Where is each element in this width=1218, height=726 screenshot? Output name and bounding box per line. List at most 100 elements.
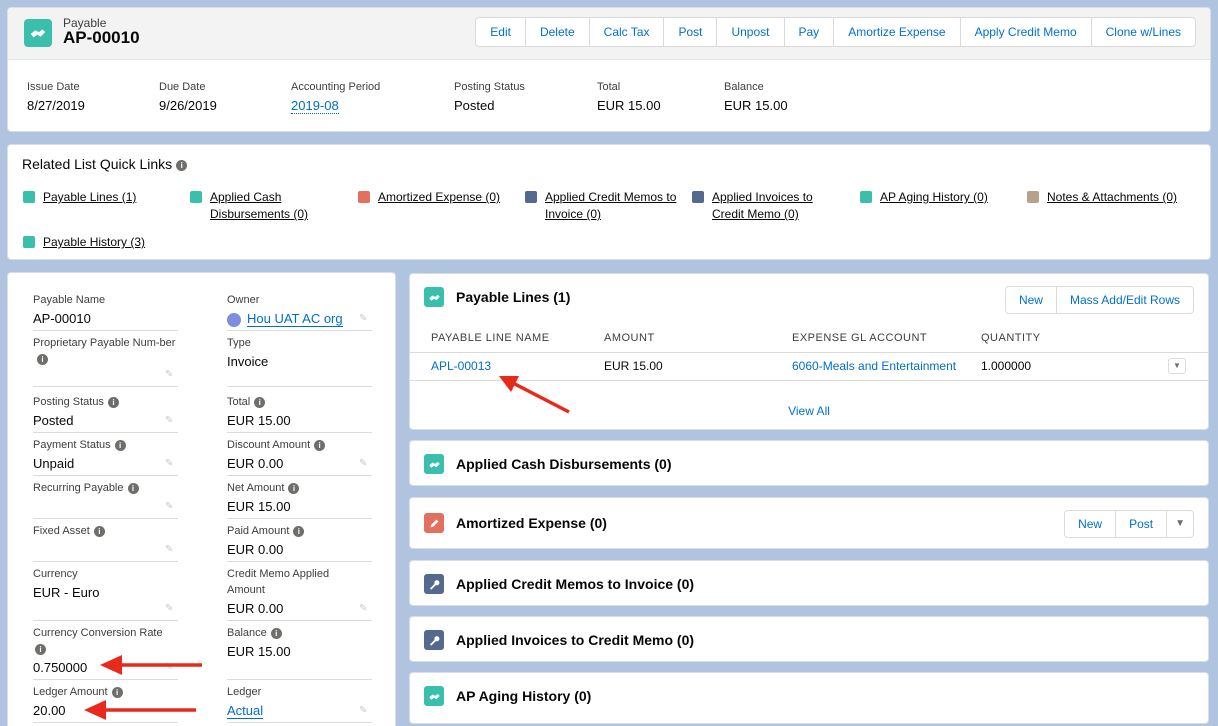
related-header: Applied Cash Disbursements (0) (424, 454, 672, 474)
quick-link-payable-lines[interactable]: Payable Lines (1) (23, 189, 136, 206)
table-header: PAYABLE LINE NAME AMOUNT EXPENSE GL ACCO… (410, 324, 1208, 353)
field-label-text: Balance (227, 627, 267, 639)
amortize-expense-button[interactable]: Amortize Expense (833, 18, 959, 46)
edit-button[interactable]: Edit (476, 18, 525, 46)
post-button[interactable]: Post (1115, 511, 1166, 537)
pencil-icon (424, 513, 444, 533)
highlight-due-date: Due Date 9/26/2019 (159, 81, 217, 113)
highlight-label: Balance (724, 81, 764, 93)
highlight-value: 8/27/2019 (27, 98, 85, 113)
unpost-button[interactable]: Unpost (716, 18, 783, 46)
field-value: AP-00010 (33, 311, 91, 326)
field-label-text: Ledger Amount (33, 686, 108, 698)
field-label: Fixed Asset i (33, 523, 178, 539)
highlight-value: EUR 15.00 (724, 98, 788, 113)
quick-link-applied-invoices[interactable]: Applied Invoices to Credit Memo (0) (692, 189, 832, 223)
field-fixed-asset: Fixed Asset i ✎ (33, 523, 178, 562)
accounting-period-link[interactable]: 2019-08 (291, 98, 339, 114)
new-button[interactable]: New (1006, 287, 1056, 313)
annotation-arrow (100, 655, 202, 675)
record-title: AP-00010 (63, 28, 140, 47)
quick-link-payable-history[interactable]: Payable History (3) (23, 234, 145, 251)
post-button[interactable]: Post (663, 18, 716, 46)
payable-icon (424, 686, 444, 706)
gl-account-link[interactable]: 6060-Meals and Entertainment (792, 359, 956, 373)
quick-link-label: Amortized Expense (0) (378, 190, 501, 204)
edit-pencil-icon[interactable]: ✎ (165, 603, 176, 614)
highlight-balance: Balance EUR 15.00 (724, 81, 788, 113)
info-icon: i (314, 439, 326, 451)
owner-value: Hou UAT AC org (227, 311, 372, 327)
apply-credit-memo-button[interactable]: Apply Credit Memo (959, 18, 1091, 46)
field-label-text: Currency Conversion Rate (33, 627, 163, 639)
field-label: Owner (227, 294, 260, 306)
field-label: Recurring Payable i (33, 480, 178, 496)
column-header: PAYABLE LINE NAME (410, 324, 583, 353)
edit-pencil-icon[interactable]: ✎ (359, 603, 370, 614)
ledger-link[interactable]: Actual (227, 703, 264, 719)
mass-add-edit-button[interactable]: Mass Add/Edit Rows (1055, 287, 1193, 313)
delete-button[interactable]: Delete (524, 18, 589, 46)
edit-pencil-icon[interactable]: ✎ (165, 544, 176, 555)
highlight-label: Posting Status (454, 81, 525, 93)
quick-link-label: AP Aging History (0) (880, 190, 988, 204)
related-title[interactable]: Applied Credit Memos to Invoice (0) (456, 576, 694, 592)
column-header: AMOUNT (583, 324, 771, 353)
quick-link-applied-cash[interactable]: Applied Cash Disbursements (0) (190, 189, 330, 223)
pay-button[interactable]: Pay (783, 18, 834, 46)
highlight-total: Total EUR 15.00 (597, 81, 661, 113)
highlight-accounting-period: Accounting Period 2019-08 (291, 81, 380, 114)
quick-link-amortized-expense[interactable]: Amortized Expense (0) (358, 189, 500, 206)
edit-pencil-icon[interactable]: ✎ (359, 705, 370, 716)
owner-link[interactable]: Hou UAT AC org (247, 311, 343, 327)
amortized-expense-card: Amortized Expense (0) New Post ▼ (409, 497, 1209, 549)
edit-pencil-icon[interactable]: ✎ (165, 458, 176, 469)
quick-link-label: Notes & Attachments (0) (1047, 190, 1178, 204)
field-label: Total i (227, 394, 372, 410)
ap-aging-history-card: AP Aging History (0) (409, 672, 1209, 724)
column-header-actions (1168, 324, 1208, 353)
field-value: EUR 0.00 (227, 542, 284, 557)
related-title[interactable]: Applied Invoices to Credit Memo (0) (456, 632, 694, 648)
clone-with-lines-button[interactable]: Clone w/Lines (1090, 18, 1195, 46)
quick-link-notes[interactable]: Notes & Attachments (0) (1027, 189, 1177, 206)
quick-link-ap-aging[interactable]: AP Aging History (0) (860, 189, 988, 206)
quick-link-applied-credit-memos[interactable]: Applied Credit Memos to Invoice (0) (525, 189, 685, 223)
wrench-icon (692, 191, 704, 203)
payable-lines-title[interactable]: Payable Lines (1) (456, 289, 570, 305)
field-label: Payment Status i (33, 437, 178, 453)
edit-pencil-icon[interactable]: ✎ (165, 415, 176, 426)
info-icon: i (107, 396, 119, 408)
field-label: Proprietary Payable Num-ber i (33, 335, 178, 367)
applied-invoices-card: Applied Invoices to Credit Memo (0) (409, 616, 1209, 662)
payable-line-link[interactable]: APL-00013 (431, 359, 491, 373)
applied-cash-disbursements-card: Applied Cash Disbursements (0) (409, 440, 1209, 486)
field-value: Unpaid (33, 456, 75, 471)
calc-tax-button[interactable]: Calc Tax (588, 18, 664, 46)
payable-icon (424, 287, 444, 307)
edit-pencil-icon[interactable]: ✎ (165, 501, 176, 512)
related-title[interactable]: AP Aging History (0) (456, 688, 591, 704)
new-button[interactable]: New (1065, 511, 1115, 537)
field-label-text: Paid Amount (227, 525, 290, 537)
pencil-icon (358, 191, 370, 203)
info-icon: i (93, 525, 105, 537)
related-title[interactable]: Applied Cash Disbursements (0) (456, 456, 672, 472)
info-icon: i (254, 396, 266, 408)
annotation-arrow (499, 376, 570, 414)
edit-pencil-icon[interactable]: ✎ (359, 458, 370, 469)
info-icon: i (293, 525, 305, 537)
field-total: Total i EUR 15.00 (227, 394, 372, 433)
more-actions-dropdown-icon[interactable]: ▼ (1166, 511, 1193, 537)
field-value: EUR 0.00 (227, 601, 284, 616)
field-recurring-payable: Recurring Payable i ✎ (33, 480, 178, 519)
related-title[interactable]: Amortized Expense (0) (456, 515, 607, 531)
related-header: Applied Invoices to Credit Memo (0) (424, 630, 694, 650)
field-ledger: Ledger Actual ✎ (227, 684, 372, 723)
row-actions-dropdown-icon[interactable]: ▼ (1168, 358, 1186, 374)
quick-link-label: Payable Lines (1) (43, 190, 137, 204)
field-label: Discount Amount i (227, 437, 372, 453)
edit-pencil-icon[interactable]: ✎ (165, 369, 176, 380)
change-owner-icon[interactable]: ✎ (359, 313, 370, 324)
highlight-label: Due Date (159, 81, 206, 93)
